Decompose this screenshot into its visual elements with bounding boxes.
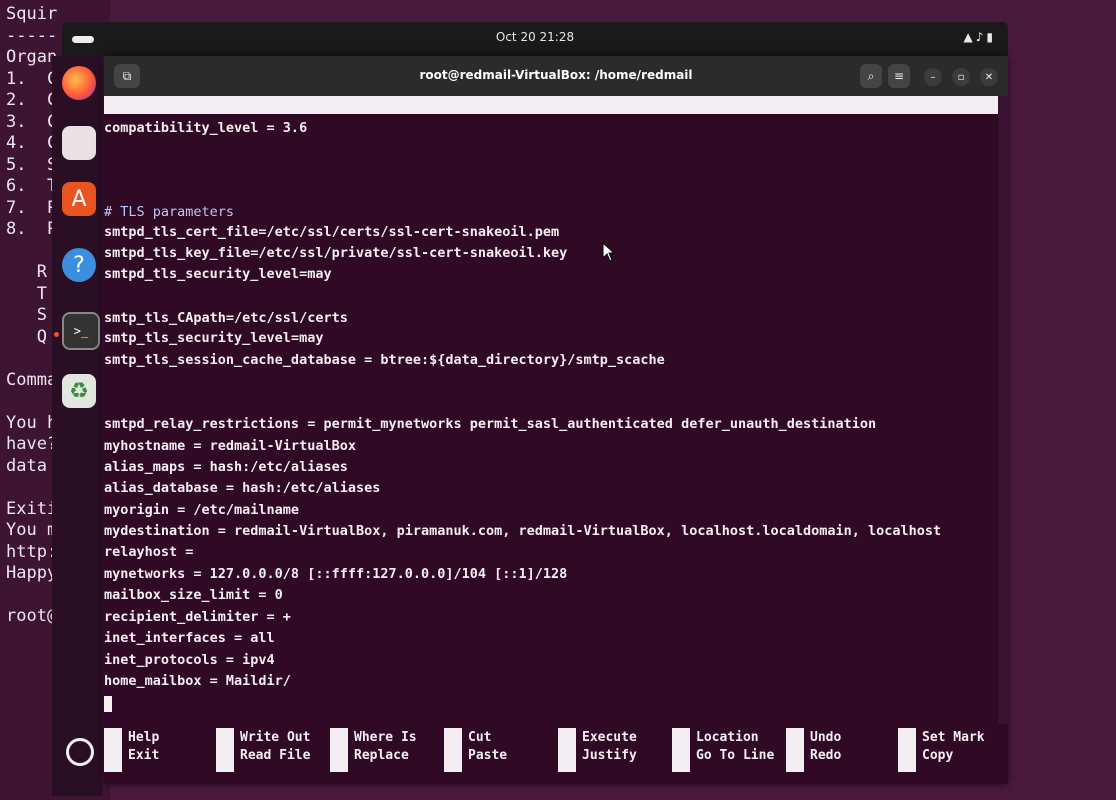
editor-line: compatibility_level = 3.6 (104, 120, 308, 136)
editor-line: smtp_tls_session_cache_database = btree:… (104, 352, 665, 368)
shortcut-label: Location (696, 730, 759, 745)
editor-line: smtp_tls_security_level=may (104, 330, 324, 346)
search-icon: ⌕ (867, 68, 875, 83)
scrollbar[interactable] (998, 96, 1008, 724)
editor-line: relayhost = (104, 544, 194, 560)
shortcut-label: Execute (582, 730, 637, 745)
minimize-button[interactable]: – (924, 68, 942, 86)
shortcut-key (786, 728, 804, 772)
editor-content[interactable]: compatibility_level = 3.6 # TLS paramete… (104, 114, 998, 724)
shortcut-label: Where Is (354, 730, 417, 745)
shortcut-write-read[interactable]: Write Out Read File (216, 724, 328, 772)
show-apps-icon[interactable] (66, 738, 94, 766)
editor-line: smtpd_tls_key_file=/etc/ssl/private/ssl-… (104, 245, 568, 261)
shortcut-key (444, 728, 462, 772)
editor-line: inet_interfaces = all (104, 630, 275, 646)
running-indicator (54, 332, 59, 337)
maximize-button[interactable]: ▫ (952, 68, 970, 86)
shortcut-key (104, 728, 122, 772)
shortcut-execute-justify[interactable]: Execute Justify (558, 724, 670, 772)
editor-line: smtp_tls_CApath=/etc/ssl/certs (104, 310, 348, 326)
text-cursor (104, 694, 112, 714)
shortcut-label: Replace (354, 748, 409, 763)
files-icon[interactable] (62, 126, 96, 160)
shortcut-key (558, 728, 576, 772)
shortcut-label: Help (128, 730, 160, 745)
shortcut-help-exit[interactable]: Help Exit (104, 724, 216, 772)
trash-icon[interactable]: ♻ (62, 374, 96, 408)
network-icon: ▲ (963, 30, 976, 44)
shortcut-key (898, 728, 916, 772)
search-button[interactable]: ⌕ (860, 64, 882, 88)
software-icon[interactable]: A (62, 182, 96, 216)
window-header: ⧉ root@redmail-VirtualBox: /home/redmail… (104, 56, 1008, 96)
shortcut-where-replace[interactable]: Where Is Replace (330, 724, 442, 772)
editor-line: alias_maps = hash:/etc/aliases (104, 459, 348, 475)
close-button[interactable]: ✕ (980, 68, 998, 86)
editor-line: mydestination = redmail-VirtualBox, pira… (104, 523, 942, 539)
terminal-icon[interactable]: >_ (62, 312, 100, 350)
editor-line: home_mailbox = Maildir/ (104, 673, 291, 689)
shortcut-cut-paste[interactable]: Cut Paste (444, 724, 556, 772)
firefox-icon[interactable] (62, 66, 96, 100)
shortcut-label: Paste (468, 748, 508, 763)
editor-line: smtpd_tls_cert_file=/etc/ssl/certs/ssl-c… (104, 224, 560, 240)
editor-line: mynetworks = 127.0.0.0/8 [::ffff:127.0.0… (104, 566, 568, 582)
terminal-window: ⧉ root@redmail-VirtualBox: /home/redmail… (104, 56, 1008, 784)
shortcut-label: Undo (810, 730, 842, 745)
system-tray[interactable]: ▲♪▮ (963, 30, 996, 44)
shortcut-label: Read File (240, 748, 311, 763)
hamburger-icon: ≡ (893, 69, 905, 83)
editor-line: # TLS parameters (104, 204, 235, 220)
shortcut-label: Redo (810, 748, 842, 763)
editor-line: myhostname = redmail-VirtualBox (104, 438, 356, 454)
shortcut-undo-redo[interactable]: Undo Redo (786, 724, 898, 772)
editor-line: alias_database = hash:/etc/aliases (104, 480, 381, 496)
shortcut-label: Exit (128, 748, 160, 763)
shortcut-label: Justify (582, 748, 637, 763)
editor-line: mailbox_size_limit = 0 (104, 587, 283, 603)
clock[interactable]: Oct 20 21:28 (62, 30, 1008, 44)
help-icon[interactable]: ? (62, 248, 96, 282)
shortcut-label: Set Mark (922, 730, 985, 745)
top-bar: Oct 20 21:28 ▲♪▮ (62, 22, 1008, 56)
shortcut-key (330, 728, 348, 772)
editor-line: smtpd_tls_security_level=may (104, 266, 332, 282)
nano-shortcut-bar: Help Exit Write Out Read File Where Is R… (104, 724, 1008, 784)
dock: A ? >_ ♻ (52, 56, 102, 796)
shortcut-label: Write Out (240, 730, 311, 745)
shortcut-key (216, 728, 234, 772)
nano-title-bar (104, 96, 998, 114)
shortcut-label: Cut (468, 730, 492, 745)
editor-line: myorigin = /etc/mailname (104, 502, 300, 518)
shortcut-label: Go To Line (696, 748, 775, 763)
shortcut-key (672, 728, 690, 772)
editor-line: inet_protocols = ipv4 (104, 652, 275, 668)
mouse-pointer-icon (602, 242, 616, 262)
editor-line: recipient_delimiter = + (104, 609, 291, 625)
battery-icon: ▮ (986, 30, 996, 44)
shortcut-label: Copy (922, 748, 954, 763)
volume-icon: ♪ (975, 30, 987, 44)
shortcut-location-goto[interactable]: Location Go To Line (672, 724, 784, 772)
shortcut-mark-copy[interactable]: Set Mark Copy (898, 724, 1010, 772)
editor-line: smtpd_relay_restrictions = permit_mynetw… (104, 416, 877, 432)
menu-button[interactable]: ≡ (888, 64, 910, 88)
